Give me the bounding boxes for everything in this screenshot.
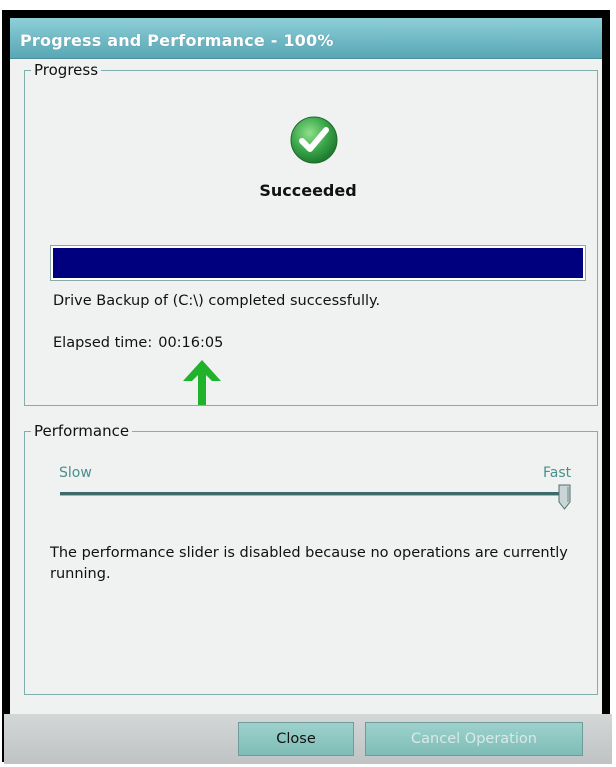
title-bar[interactable]: Progress and Performance - 100% (10, 18, 602, 59)
progress-bar (50, 245, 586, 281)
status-text: Succeeded (259, 181, 357, 200)
elapsed-time: Elapsed time: 00:16:05 (53, 335, 223, 351)
progress-legend: Progress (31, 61, 102, 79)
performance-slider[interactable] (60, 492, 566, 496)
performance-slider-thumb[interactable] (558, 484, 571, 510)
cancel-operation-button[interactable]: Cancel Operation (365, 722, 583, 756)
performance-note: The performance slider is disabled becau… (50, 545, 568, 582)
elapsed-time-value: 00:16:05 (158, 335, 224, 351)
progress-bar-fill (53, 248, 583, 278)
performance-legend: Performance (31, 422, 133, 440)
slider-min-label: Slow (59, 465, 92, 481)
green-up-arrow-icon (183, 360, 221, 405)
close-button[interactable]: Close (238, 722, 354, 756)
checkmark-success-icon (290, 116, 338, 164)
elapsed-time-label: Elapsed time: (53, 335, 153, 351)
window-title: Progress and Performance - 100% (20, 31, 334, 50)
completion-message: Drive Backup of (C:\) completed successf… (53, 293, 381, 309)
slider-max-label: Fast (543, 465, 572, 481)
